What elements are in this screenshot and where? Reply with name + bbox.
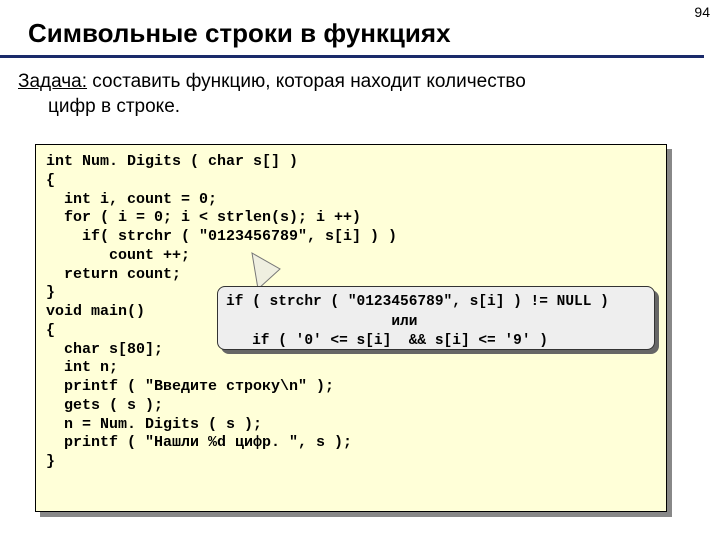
- callout-line3: if ( '0' <= s[i] && s[i] <= '9' ): [226, 333, 548, 349]
- page-title: Символьные строки в функциях: [0, 0, 704, 58]
- task-text: Задача: составить функцию, которая наход…: [0, 58, 720, 123]
- task-line2: цифр в строке.: [18, 95, 702, 120]
- task-label: Задача:: [18, 71, 87, 92]
- callout-line2: или: [226, 314, 417, 330]
- page-number: 94: [694, 4, 710, 20]
- callout-line1: if ( strchr ( "0123456789", s[i] ) != NU…: [226, 294, 609, 310]
- task-line1: составить функцию, которая находит колич…: [87, 71, 526, 92]
- callout-box: if ( strchr ( "0123456789", s[i] ) != NU…: [217, 286, 655, 350]
